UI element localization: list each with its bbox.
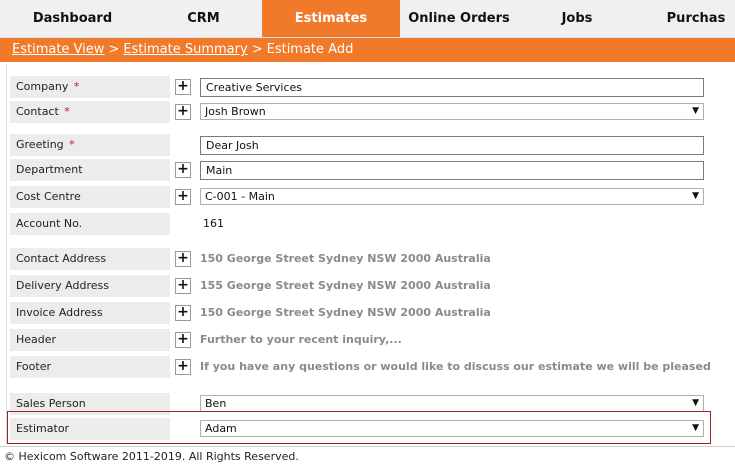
required-marker: * [73, 80, 80, 93]
footer-text-label: Footer [10, 356, 170, 378]
sales-person-select-value: Ben [205, 397, 227, 410]
department-input[interactable]: Main [200, 161, 704, 180]
chevron-down-icon: ▼ [692, 106, 699, 116]
add-department-button[interactable]: + [175, 162, 191, 178]
edit-header-text-button[interactable]: + [175, 332, 191, 348]
account-no-label: Account No. [10, 213, 170, 235]
invoice-address-label: Invoice Address [10, 302, 170, 324]
breadcrumb-estimate-summary-link[interactable]: Estimate Summary [123, 42, 247, 57]
company-label: Company * [10, 76, 170, 98]
cost-centre-select[interactable]: C-001 - Main ▼ [200, 188, 704, 205]
invoice-address-value: 150 George Street Sydney NSW 2000 Austra… [200, 306, 491, 319]
breadcrumb-separator: > [108, 42, 120, 57]
breadcrumb-current: Estimate Add [266, 42, 354, 57]
copyright-footer: © Hexicom Software 2011-2019. All Rights… [0, 446, 735, 467]
department-label: Department [10, 159, 170, 181]
delivery-address-value: 155 George Street Sydney NSW 2000 Austra… [200, 279, 491, 292]
estimator-label: Estimator [10, 418, 170, 440]
footer-text-value: If you have any questions or would like … [200, 360, 711, 373]
header-text-label: Header [10, 329, 170, 351]
contact-address-value: 150 George Street Sydney NSW 2000 Austra… [200, 252, 491, 265]
breadcrumb-separator: > [251, 42, 263, 57]
greeting-label: Greeting * [10, 134, 170, 156]
cost-centre-label: Cost Centre [10, 186, 170, 208]
required-marker: * [64, 105, 70, 118]
add-company-button[interactable]: + [175, 79, 191, 95]
breadcrumb-estimate-view-link[interactable]: Estimate View [12, 42, 104, 57]
add-contact-button[interactable]: + [175, 104, 191, 120]
main-nav-tabs: Dashboard CRM Estimates Online Orders Jo… [0, 0, 735, 38]
delivery-address-label: Delivery Address [10, 275, 170, 297]
tab-jobs[interactable]: Jobs [518, 0, 636, 37]
account-no-value: 161 [203, 217, 224, 230]
add-cost-centre-button[interactable]: + [175, 189, 191, 205]
contact-select-value: Josh Brown [205, 105, 266, 118]
cost-centre-select-value: C-001 - Main [205, 190, 275, 203]
tab-online-orders[interactable]: Online Orders [400, 0, 518, 37]
header-text-value: Further to your recent inquiry,... [200, 333, 402, 346]
edit-footer-text-button[interactable]: + [175, 359, 191, 375]
tab-crm[interactable]: CRM [145, 0, 262, 37]
contact-address-label: Contact Address [10, 248, 170, 270]
edit-invoice-address-button[interactable]: + [175, 305, 191, 321]
chevron-down-icon: ▼ [692, 423, 699, 433]
company-input[interactable]: Creative Services [200, 78, 704, 97]
breadcrumb: Estimate View > Estimate Summary > Estimate … [0, 38, 735, 62]
sales-person-select[interactable]: Ben ▼ [200, 395, 704, 412]
tab-estimates[interactable]: Estimates [262, 0, 400, 37]
chevron-down-icon: ▼ [692, 398, 699, 408]
chevron-down-icon: ▼ [692, 191, 699, 201]
tab-purchases[interactable]: Purchas [636, 0, 735, 37]
required-marker: * [69, 138, 75, 151]
contact-select[interactable]: Josh Brown ▼ [200, 103, 704, 120]
contact-label: Contact * [10, 101, 170, 123]
estimator-select-value: Adam [205, 422, 237, 435]
edit-delivery-address-button[interactable]: + [175, 278, 191, 294]
tab-dashboard[interactable]: Dashboard [0, 0, 145, 37]
estimator-select[interactable]: Adam ▼ [200, 420, 704, 437]
greeting-input[interactable]: Dear Josh [200, 136, 704, 155]
edit-contact-address-button[interactable]: + [175, 251, 191, 267]
